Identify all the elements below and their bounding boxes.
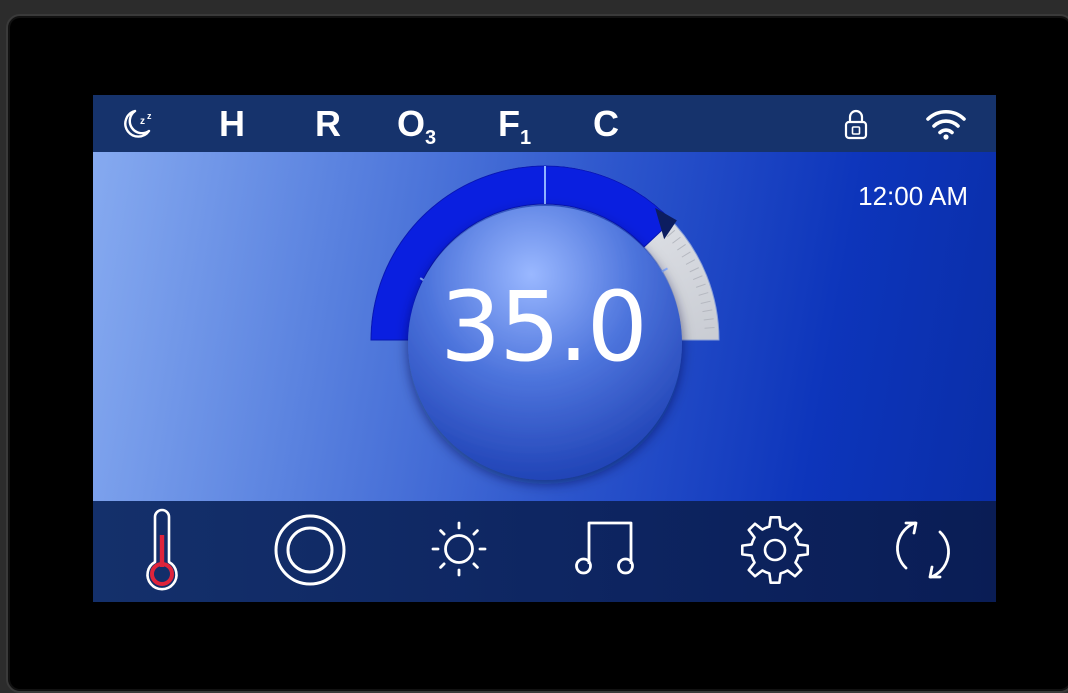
gear-icon (740, 515, 810, 585)
clean-label: C (593, 103, 619, 144)
filter-subscript: 1 (520, 127, 532, 149)
heat-indicator[interactable]: H (219, 106, 245, 142)
filter-indicator[interactable]: F1 (498, 103, 531, 149)
wifi-icon[interactable] (925, 107, 967, 141)
filter-label: F (498, 103, 520, 144)
svg-text:z: z (140, 116, 145, 127)
control-screen: z z H R O3 F1 C 12:00 AM 35.0 (93, 95, 996, 602)
ozone-label: O (397, 103, 426, 144)
target-circle-icon (274, 514, 346, 586)
lock-icon[interactable] (843, 107, 869, 141)
ozone-subscript: 3 (425, 127, 437, 149)
clean-indicator[interactable]: C (593, 106, 619, 142)
temperature-value: 35.0 (440, 271, 648, 383)
nav-settings-button[interactable] (725, 501, 825, 602)
bottom-nav (93, 501, 996, 602)
thermometer-icon (146, 508, 178, 591)
svg-text:z: z (147, 111, 152, 121)
ozone-indicator[interactable]: O3 (397, 103, 436, 149)
nav-jets-button[interactable] (260, 501, 360, 602)
nav-light-button[interactable] (409, 501, 509, 602)
refresh-icon (896, 521, 950, 579)
nav-temperature-button[interactable] (112, 501, 212, 602)
heat-label: H (219, 103, 245, 144)
main-panel: 12:00 AM 35.0 (93, 152, 996, 501)
nav-refresh-button[interactable] (873, 501, 973, 602)
nav-audio-button[interactable] (559, 501, 659, 602)
r-indicator[interactable]: R (315, 106, 341, 142)
sun-icon (431, 521, 487, 577)
moon-sleep-icon[interactable]: z z (121, 107, 157, 141)
status-bar: z z H R O3 F1 C (93, 95, 996, 152)
r-label: R (315, 103, 341, 144)
music-note-icon (575, 521, 634, 575)
